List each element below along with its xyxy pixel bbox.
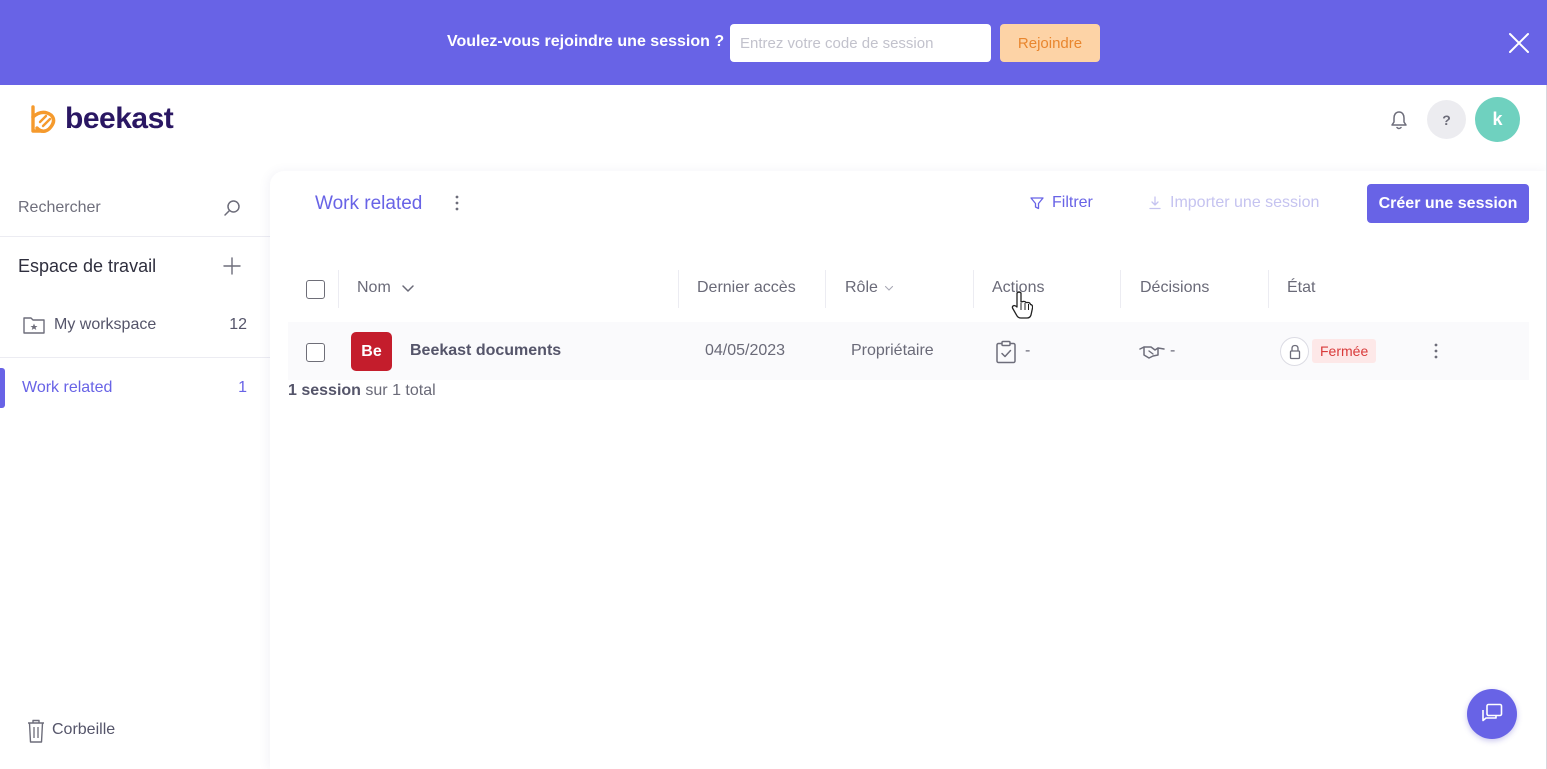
session-actions-count: - [1025,342,1031,359]
session-code-input[interactable] [730,24,991,62]
sidebar-search-label[interactable]: Rechercher [18,199,101,217]
column-header-actions[interactable]: Actions [992,279,1044,297]
chat-button[interactable] [1467,689,1517,739]
join-session-prompt: Voulez-vous rejoindre une session ? [447,33,725,50]
trash-icon[interactable] [26,718,46,744]
page-title: Work related [315,193,423,214]
sidebar-item-label: Work related [22,379,113,396]
active-indicator [0,368,5,408]
column-divider [973,270,974,308]
handshake-icon [1139,346,1165,359]
trash-link[interactable]: Corbeille [52,721,115,739]
session-summary: 1 session sur 1 total [288,382,436,399]
column-divider [1120,270,1121,308]
sidebar-item-my-workspace[interactable]: My workspace 12 [0,305,260,345]
bell-icon[interactable] [1388,109,1410,131]
avatar[interactable]: k [1475,97,1520,142]
column-header-name[interactable]: Nom [357,279,415,297]
clipboard-check-icon [996,340,1016,364]
create-session-button[interactable]: Créer une session [1367,184,1529,223]
column-divider [1268,270,1269,308]
column-divider [338,270,339,308]
sidebar-divider [0,357,270,358]
sidebar-divider [0,236,270,237]
logo-text: beekast [65,102,174,135]
add-workspace-icon[interactable] [221,255,243,277]
import-label: Importer une session [1170,194,1320,211]
select-all-checkbox[interactable] [306,280,325,299]
column-header-state[interactable]: État [1287,279,1315,297]
help-button[interactable]: ? [1427,100,1466,139]
search-icon[interactable] [222,198,242,218]
row-checkbox[interactable] [306,343,325,362]
filter-icon [1030,197,1044,210]
more-vertical-icon[interactable] [1428,341,1444,361]
join-button[interactable]: Rejoindre [1000,24,1100,62]
column-header-last-access[interactable]: Dernier accès [697,279,796,297]
session-badge: Be [351,332,392,371]
import-session-button[interactable]: Importer une session [1148,193,1319,213]
session-role: Propriétaire [851,342,934,359]
sidebar-item-count: 1 [238,379,247,396]
beekast-logo[interactable]: beekast [28,102,174,136]
beekast-logo-icon [31,105,56,133]
chevron-down-icon [885,285,894,291]
workspace-title: Espace de travail [18,256,157,276]
filter-label: Filtrer [1052,194,1093,211]
column-header-decisions[interactable]: Décisions [1140,279,1209,297]
chat-icon [1482,703,1503,722]
sidebar-item-count: 12 [229,316,247,333]
column-divider [825,270,826,308]
join-session-banner: Voulez-vous rejoindre une session ? Rejo… [0,0,1547,85]
download-icon [1149,196,1161,210]
column-divider [678,270,679,308]
session-name[interactable]: Beekast documents [410,342,561,360]
close-icon[interactable] [1506,30,1532,56]
session-decisions-count: - [1170,342,1176,359]
more-vertical-icon[interactable] [449,193,465,213]
folder-star-icon [23,317,45,334]
main-panel [270,171,1547,769]
chevron-down-icon [402,285,414,292]
sidebar-item-work-related[interactable]: Work related 1 [0,368,260,408]
sidebar-item-label: My workspace [54,316,157,333]
session-last-access: 04/05/2023 [705,342,786,359]
column-header-role[interactable]: Rôle [845,279,894,297]
filter-button[interactable]: Filtrer [1030,193,1093,213]
lock-icon [1280,337,1309,366]
status-badge: Fermée [1312,339,1377,363]
